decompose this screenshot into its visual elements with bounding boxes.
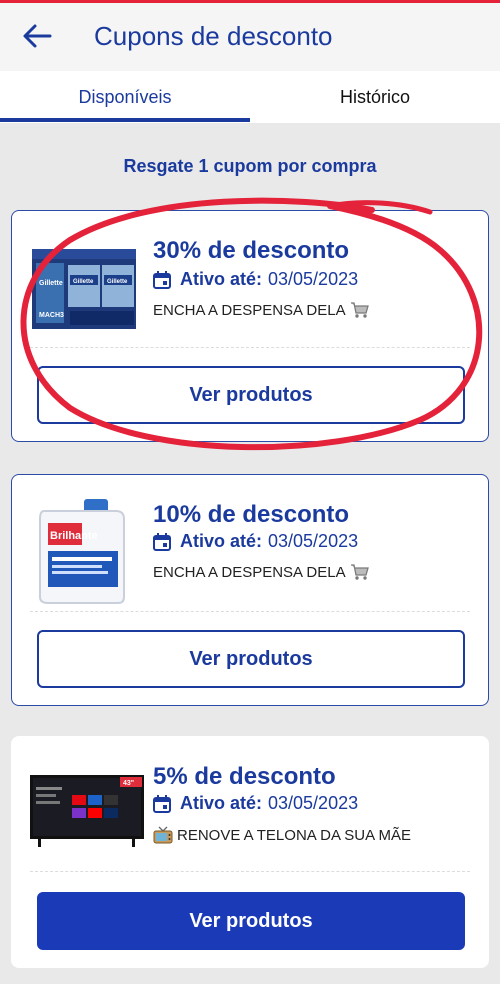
product-image: Gillette MACH3 Gillette Gillette xyxy=(32,249,136,329)
svg-text:MACH3: MACH3 xyxy=(39,312,64,319)
svg-text:43": 43" xyxy=(123,780,134,787)
svg-text:Gillette: Gillette xyxy=(39,280,63,287)
coupon-card: 43" 5% de desconto Ativo até: 03/05/2023… xyxy=(11,736,489,968)
view-products-button[interactable]: Ver produtos xyxy=(37,366,465,424)
valid-until: Ativo até: 03/05/2023 xyxy=(153,269,358,290)
description-text: ENCHA A DESPENSA DELA xyxy=(153,301,346,319)
cart-icon xyxy=(350,564,369,580)
product-image: 43" xyxy=(30,775,144,847)
svg-text:Brilhante: Brilhante xyxy=(50,530,98,542)
coupon-card: Brilhante 10% de desconto Ativo até: 03/… xyxy=(11,474,489,706)
svg-text:Gillette: Gillette xyxy=(107,279,128,285)
product-image: Brilhante xyxy=(39,499,125,604)
card-divider xyxy=(30,347,470,348)
valid-date: 03/05/2023 xyxy=(268,793,359,813)
app-bar: Cupons de desconto xyxy=(0,3,500,71)
description-text: RENOVE A TELONA DA SUA MÃE xyxy=(177,826,411,844)
view-products-button[interactable]: Ver produtos xyxy=(37,892,465,950)
redeem-notice: Resgate 1 cupom por compra xyxy=(123,156,377,176)
coupon-description: ENCHA A DESPENSA DELA xyxy=(153,563,370,581)
tv-icon xyxy=(153,826,173,844)
valid-label: Ativo até: xyxy=(180,793,263,813)
tab-bar: Disponíveis Histórico xyxy=(0,71,500,123)
tab-historico[interactable]: Histórico xyxy=(250,71,500,123)
tab-disponiveis[interactable]: Disponíveis xyxy=(0,71,250,123)
coupon-description: RENOVE A TELONA DA SUA MÃE xyxy=(153,826,411,844)
valid-until: Ativo até: 03/05/2023 xyxy=(153,531,358,552)
discount-percent: 5% de desconto xyxy=(153,763,336,790)
valid-until: Ativo até: 03/05/2023 xyxy=(153,793,358,814)
coupon-description: ENCHA A DESPENSA DELA xyxy=(153,301,370,319)
active-tab-indicator xyxy=(0,118,250,122)
view-products-button[interactable]: Ver produtos xyxy=(37,630,465,688)
calendar-icon xyxy=(153,794,171,813)
back-arrow-icon[interactable] xyxy=(22,23,52,49)
description-text: ENCHA A DESPENSA DELA xyxy=(153,563,346,581)
valid-date: 03/05/2023 xyxy=(268,269,359,289)
valid-label: Ativo até: xyxy=(180,269,263,289)
page-title: Cupons de desconto xyxy=(94,21,333,51)
card-divider xyxy=(30,611,470,612)
card-divider xyxy=(30,871,470,872)
valid-label: Ativo até: xyxy=(180,531,263,551)
svg-text:Gillette: Gillette xyxy=(73,279,94,285)
cart-icon xyxy=(350,302,369,318)
discount-percent: 30% de desconto xyxy=(153,237,350,264)
valid-date: 03/05/2023 xyxy=(268,531,359,551)
discount-percent: 10% de desconto xyxy=(153,501,350,528)
calendar-icon xyxy=(153,270,171,289)
calendar-icon xyxy=(153,532,171,551)
coupon-card: Gillette MACH3 Gillette Gillette 30% de … xyxy=(11,210,489,442)
